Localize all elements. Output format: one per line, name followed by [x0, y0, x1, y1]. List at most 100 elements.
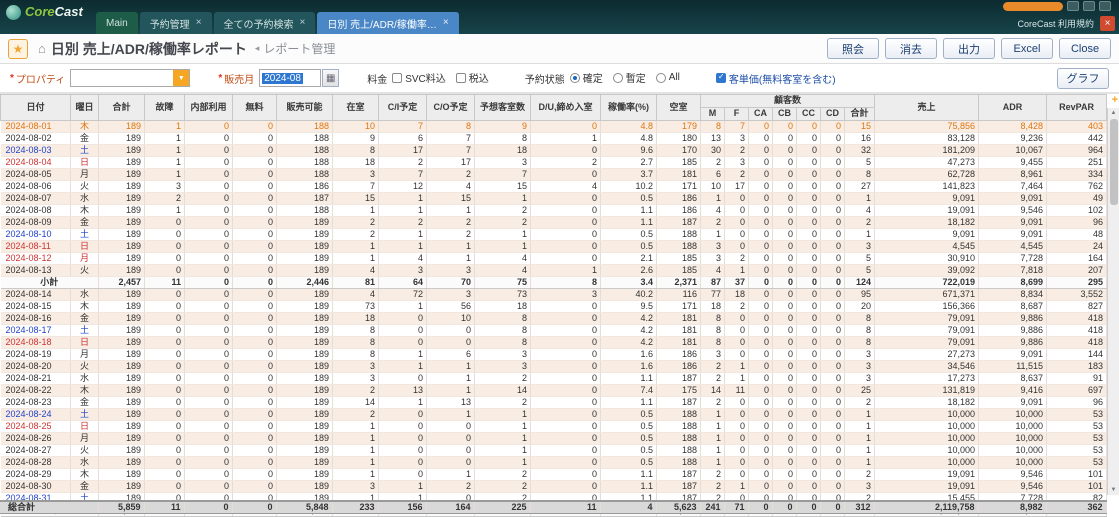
close-button[interactable]: Close	[1059, 38, 1111, 59]
radio-icon[interactable]	[613, 73, 623, 83]
column-header[interactable]: D/U,締め入室	[531, 95, 601, 121]
table-row[interactable]: 2024-08-05月189100188372703.7181620000862…	[1, 169, 1107, 181]
scrollbar-thumb[interactable]	[1110, 119, 1118, 205]
terms-link[interactable]: CoreCast 利用規約	[1017, 17, 1094, 30]
scroll-down-icon[interactable]: ▼	[1111, 485, 1117, 495]
table-row[interactable]: 2024-08-08木189100188111201.1186400000419…	[1, 205, 1107, 217]
column-header[interactable]: RevPAR	[1047, 95, 1107, 121]
home-icon[interactable]: ⌂	[38, 41, 46, 56]
column-header[interactable]: 販売可能	[277, 95, 333, 121]
tab-close-icon[interactable]: ×	[443, 18, 449, 28]
radio-icon[interactable]	[570, 73, 580, 83]
table-row[interactable]: 2024-08-25日189000189100100.5188100000110…	[1, 421, 1107, 433]
table-row[interactable]: 2024-08-12月189000189141402.1185320000530…	[1, 253, 1107, 265]
table-row[interactable]: 2024-08-28水189000189100100.5188100000110…	[1, 457, 1107, 469]
table-row[interactable]: 2024-08-30金189000189312201.1187210000319…	[1, 481, 1107, 493]
tab-daily-report[interactable]: 日別 売上/ADR/稼働率…×	[317, 12, 458, 34]
table-row[interactable]: 2024-08-24土189000189201100.5188100000110…	[1, 409, 1107, 421]
table-row[interactable]: 2024-08-07水18920018715115100.51861000001…	[1, 193, 1107, 205]
column-header[interactable]: 日付	[1, 95, 71, 121]
tab-reservation-management[interactable]: 予約管理×	[140, 12, 212, 34]
checkbox-icon[interactable]	[392, 73, 402, 83]
column-header[interactable]: 故障	[145, 95, 185, 121]
guest-column-header[interactable]: CA	[749, 108, 773, 121]
table-row[interactable]: 2024-08-16金18900018918010804.21818000008…	[1, 313, 1107, 325]
tab-main[interactable]: Main	[96, 12, 138, 34]
table-row[interactable]: 2024-08-14水189000189472373340.2116771800…	[1, 289, 1107, 301]
table-row[interactable]: 2024-08-09金189000189222201.1187200000218…	[1, 217, 1107, 229]
scroll-up-icon[interactable]: ▲	[1111, 108, 1117, 118]
table-row[interactable]: 2024-08-11日189000189111100.518830000034,…	[1, 241, 1107, 253]
table-row[interactable]: 2024-08-22木18900018921311407.41751411000…	[1, 385, 1107, 397]
favorite-button[interactable]: ★	[8, 39, 28, 59]
status-option[interactable]: All	[656, 72, 680, 83]
tab-all-reservation-search[interactable]: 全ての予約検索×	[214, 12, 316, 34]
table-row[interactable]: 2024-08-19月189000189816301.6186300000327…	[1, 349, 1107, 361]
checkbox-icon[interactable]	[456, 73, 466, 83]
table-row[interactable]: 2024-08-21水189000189301201.1187210000317…	[1, 373, 1107, 385]
table-row[interactable]: 2024-08-17土189000189800804.2181800000879…	[1, 325, 1107, 337]
guest-column-header[interactable]: 合計	[845, 108, 875, 121]
table-row[interactable]: 2024-08-02金189100188967814.8180133000016…	[1, 133, 1107, 145]
status-option[interactable]: 確定	[570, 70, 603, 85]
column-header[interactable]: C/I予定	[379, 95, 427, 121]
table-row[interactable]: 2024-08-23金18900018914113201.11872000002…	[1, 397, 1107, 409]
logout-icon[interactable]	[1099, 1, 1111, 11]
excel-button[interactable]: Excel	[1001, 38, 1053, 59]
table-row[interactable]: 2024-08-18日189000189800804.2181800000879…	[1, 337, 1107, 349]
guest-column-header[interactable]: CC	[797, 108, 821, 121]
add-column-icon[interactable]: +	[1112, 95, 1118, 105]
column-header[interactable]: 在室	[333, 95, 379, 121]
guest-column-header[interactable]: M	[701, 108, 725, 121]
checkbox-icon[interactable]: ✓	[716, 73, 726, 83]
fee-option[interactable]: 税込	[456, 70, 489, 85]
table-row[interactable]: 2024-08-20火189000189311301.6186210000334…	[1, 361, 1107, 373]
tab-close-icon[interactable]: ×	[300, 18, 306, 28]
column-header[interactable]: 合計	[99, 95, 145, 121]
table-row[interactable]: 2024-08-13火189000189433412.6185410000539…	[1, 265, 1107, 277]
calendar-icon[interactable]: ▦	[322, 69, 339, 87]
column-header[interactable]: C/O予定	[427, 95, 475, 121]
value-cell: 3	[845, 373, 875, 385]
chevron-down-icon[interactable]: ▼	[173, 70, 189, 86]
settings-icon[interactable]	[1083, 1, 1095, 11]
value-cell: 0	[821, 313, 845, 325]
column-header[interactable]: ADR	[979, 95, 1047, 121]
column-header[interactable]: 空室	[657, 95, 701, 121]
column-header[interactable]: 予想客室数	[475, 95, 531, 121]
radio-icon[interactable]	[656, 73, 666, 83]
table-row[interactable]: 2024-08-03土18910018881771809.61703020000…	[1, 145, 1107, 157]
table-row[interactable]: 2024-08-10土189000189212100.518810000019,…	[1, 229, 1107, 241]
table-row[interactable]: 2024-08-01木1891001881078904.817987000015…	[1, 121, 1107, 133]
user-badge[interactable]	[1003, 2, 1063, 11]
status-option[interactable]: 暫定	[613, 70, 646, 85]
table-row[interactable]: 2024-08-04日18910018818217322.71852300005…	[1, 157, 1107, 169]
corecast-logo[interactable]: CoreCast	[6, 3, 83, 21]
table-row[interactable]: 2024-08-26月189000189100100.5188100000110…	[1, 433, 1107, 445]
inquiry-button[interactable]: 照会	[827, 38, 879, 59]
value-cell: 0	[185, 145, 233, 157]
graph-button[interactable]: グラフ	[1057, 68, 1109, 89]
guest-column-header[interactable]: CD	[821, 108, 845, 121]
tab-close-icon[interactable]: ×	[196, 18, 202, 28]
table-row[interactable]: 2024-08-06火189300186712415410.2171101700…	[1, 181, 1107, 193]
table-row[interactable]: 2024-08-27火189000189100100.5188100000110…	[1, 445, 1107, 457]
close-window-button[interactable]: ×	[1100, 16, 1115, 31]
guest-column-header[interactable]: CB	[773, 108, 797, 121]
column-header[interactable]: 曜日	[71, 95, 99, 121]
property-select[interactable]: ▼	[70, 69, 190, 87]
guest-column-header[interactable]: F	[725, 108, 749, 121]
unit-price-option[interactable]: ✓ 客単価(無料客室を含む)	[716, 71, 836, 86]
column-header[interactable]: 売上	[875, 95, 979, 121]
fee-option[interactable]: SVC料込	[392, 70, 446, 85]
table-row[interactable]: 2024-08-15木189000189731561809.5171182000…	[1, 301, 1107, 313]
column-header[interactable]: 無料	[233, 95, 277, 121]
output-button[interactable]: 出力	[943, 38, 995, 59]
notification-icon[interactable]	[1067, 1, 1079, 11]
month-input[interactable]: 2024-08	[259, 69, 321, 87]
column-header[interactable]: 稼働率(%)	[601, 95, 657, 121]
vertical-scrollbar[interactable]: ▲ ▼	[1107, 108, 1119, 495]
column-header[interactable]: 内部利用	[185, 95, 233, 121]
clear-button[interactable]: 消去	[885, 38, 937, 59]
table-row[interactable]: 2024-08-29木189000189101201.1187200000219…	[1, 469, 1107, 481]
